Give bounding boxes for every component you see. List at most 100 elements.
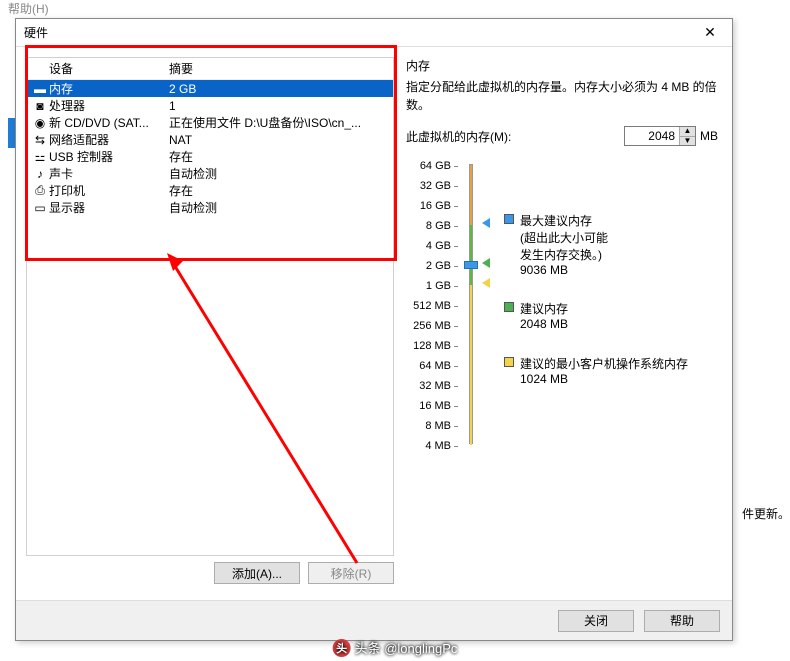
device-summary: 自动检测 xyxy=(169,199,389,216)
device-row-5[interactable]: ♪声卡自动检测 xyxy=(27,165,393,182)
device-summary: 存在 xyxy=(169,148,389,165)
dialog-footer: 关闭 帮助 xyxy=(16,600,732,640)
device-name: 新 CD/DVD (SAT... xyxy=(49,114,169,131)
spin-down-icon[interactable]: ▼ xyxy=(679,137,695,146)
device-row-0[interactable]: ▬内存2 GB xyxy=(27,80,393,97)
device-header: 设备 摘要 xyxy=(27,58,393,80)
memory-input-row: 此虚拟机的内存(M): ▲ ▼ MB xyxy=(406,126,718,146)
tick-label: 32 MB xyxy=(419,380,458,392)
col-device-label: 设备 xyxy=(49,60,169,77)
display-icon: ▭ xyxy=(31,201,49,215)
device-summary: 2 GB xyxy=(169,82,389,96)
slider-track[interactable] xyxy=(469,164,473,444)
dialog-content: 设备 摘要 ▬内存2 GB◙处理器1◉新 CD/DVD (SAT...正在使用文… xyxy=(16,47,732,600)
device-list-panel: 设备 摘要 ▬内存2 GB◙处理器1◉新 CD/DVD (SAT...正在使用文… xyxy=(26,57,394,556)
legend-max-val: 9036 MB xyxy=(520,263,608,277)
tick-label: 64 GB xyxy=(420,160,458,172)
tick-label: 512 MB xyxy=(413,300,458,312)
device-name: 内存 xyxy=(49,80,169,97)
tick-label: 32 GB xyxy=(420,180,458,192)
device-name: 显示器 xyxy=(49,199,169,216)
legend-max-title: 最大建议内存 xyxy=(520,212,608,229)
tick-label: 8 MB xyxy=(425,420,458,432)
device-row-3[interactable]: ⇆网络适配器NAT xyxy=(27,131,393,148)
marker-column xyxy=(480,160,500,460)
tick-label: 4 MB xyxy=(425,440,458,452)
device-summary: 1 xyxy=(169,99,389,113)
add-button[interactable]: 添加(A)... xyxy=(214,562,300,584)
network-icon: ⇆ xyxy=(31,133,49,147)
memory-group-label: 内存 xyxy=(406,57,718,74)
memory-input-label: 此虚拟机的内存(M): xyxy=(406,128,620,145)
device-name: 声卡 xyxy=(49,165,169,182)
legend-max-swatch xyxy=(504,214,514,224)
device-name: 网络适配器 xyxy=(49,131,169,148)
close-button[interactable]: ✕ xyxy=(692,23,728,43)
watermark-icon: 头 xyxy=(333,639,351,657)
slider-track-col xyxy=(462,160,480,460)
dialog-title: 硬件 xyxy=(24,24,692,41)
device-buttons: 添加(A)... 移除(R) xyxy=(26,556,394,590)
memory-icon: ▬ xyxy=(31,82,49,96)
legend-rec: 建议内存 2048 MB xyxy=(504,300,568,331)
device-row-2[interactable]: ◉新 CD/DVD (SAT...正在使用文件 D:\U盘备份\ISO\cn_.… xyxy=(27,114,393,131)
marker-max-icon xyxy=(482,218,490,228)
device-name: 打印机 xyxy=(49,182,169,199)
device-row-1[interactable]: ◙处理器1 xyxy=(27,97,393,114)
tick-label: 256 MB xyxy=(413,320,458,332)
slider-ticks: 64 GB 32 GB 16 GB 8 GB 4 GB 2 GB 1 GB 512 MB 256… xyxy=(406,160,462,460)
marker-rec-icon xyxy=(482,258,490,268)
footer-close-button[interactable]: 关闭 xyxy=(558,610,634,632)
tick-label: 1 GB xyxy=(426,280,458,292)
legend-min-swatch xyxy=(504,357,514,367)
memory-settings: 内存 指定分配给此虚拟机的内存量。内存大小必须为 4 MB 的倍数。 此虚拟机的… xyxy=(402,57,722,590)
memory-unit: MB xyxy=(700,129,718,143)
legend: 最大建议内存 (超出此大小可能 发生内存交换。) 9036 MB 建议内存 20… xyxy=(500,160,718,460)
tick-label: 16 GB xyxy=(420,200,458,212)
memory-desc: 指定分配给此虚拟机的内存量。内存大小必须为 4 MB 的倍数。 xyxy=(406,78,718,114)
title-bar: 硬件 ✕ xyxy=(16,19,732,47)
usb-icon: ⚍ xyxy=(31,150,49,164)
slider-thumb[interactable] xyxy=(464,261,478,269)
tick-label: 64 MB xyxy=(419,360,458,372)
device-name: USB 控制器 xyxy=(49,148,169,165)
legend-rec-swatch xyxy=(504,302,514,312)
sound-icon: ♪ xyxy=(31,167,49,181)
device-row-7[interactable]: ▭显示器自动检测 xyxy=(27,199,393,216)
device-summary: NAT xyxy=(169,133,389,147)
memory-spinner[interactable]: ▲ ▼ xyxy=(624,126,696,146)
remove-button: 移除(R) xyxy=(308,562,394,584)
memory-slider: 64 GB 32 GB 16 GB 8 GB 4 GB 2 GB 1 GB 512 MB 256… xyxy=(406,160,718,460)
cd-icon: ◉ xyxy=(31,116,49,130)
device-row-6[interactable]: ⎙打印机存在 xyxy=(27,182,393,199)
legend-max: 最大建议内存 (超出此大小可能 发生内存交换。) 9036 MB xyxy=(504,212,608,277)
legend-min-title: 建议的最小客户机操作系统内存 xyxy=(520,355,688,372)
tick-label: 16 MB xyxy=(419,400,458,412)
bg-menu-text: 帮助(H) xyxy=(8,0,49,17)
device-summary: 自动检测 xyxy=(169,165,389,182)
device-row-4[interactable]: ⚍USB 控制器存在 xyxy=(27,148,393,165)
cpu-icon: ◙ xyxy=(31,99,49,113)
legend-max-sub1: (超出此大小可能 xyxy=(520,229,608,246)
device-summary: 存在 xyxy=(169,182,389,199)
col-summary-label: 摘要 xyxy=(169,60,389,77)
legend-max-sub2: 发生内存交换。) xyxy=(520,246,608,263)
left-column: 设备 摘要 ▬内存2 GB◙处理器1◉新 CD/DVD (SAT...正在使用文… xyxy=(26,57,394,590)
legend-min: 建议的最小客户机操作系统内存 1024 MB xyxy=(504,355,688,386)
tick-label: 2 GB xyxy=(426,260,458,272)
legend-rec-title: 建议内存 xyxy=(520,300,568,317)
tick-label: 8 GB xyxy=(426,220,458,232)
footer-help-button[interactable]: 帮助 xyxy=(644,610,720,632)
bg-side-text: 件更新。 xyxy=(742,505,790,522)
device-summary: 正在使用文件 D:\U盘备份\ISO\cn_... xyxy=(169,114,389,131)
tick-label: 128 MB xyxy=(413,340,458,352)
marker-min-icon xyxy=(482,278,490,288)
legend-min-val: 1024 MB xyxy=(520,372,688,386)
printer-icon: ⎙ xyxy=(31,183,49,198)
tick-label: 4 GB xyxy=(426,240,458,252)
device-name: 处理器 xyxy=(49,97,169,114)
hardware-dialog: 硬件 ✕ 设备 摘要 ▬内存2 GB◙处理器1◉新 CD/DVD (SAT...… xyxy=(15,18,733,641)
memory-input[interactable] xyxy=(625,127,679,145)
annotation-arrow xyxy=(167,253,387,573)
legend-rec-val: 2048 MB xyxy=(520,317,568,331)
